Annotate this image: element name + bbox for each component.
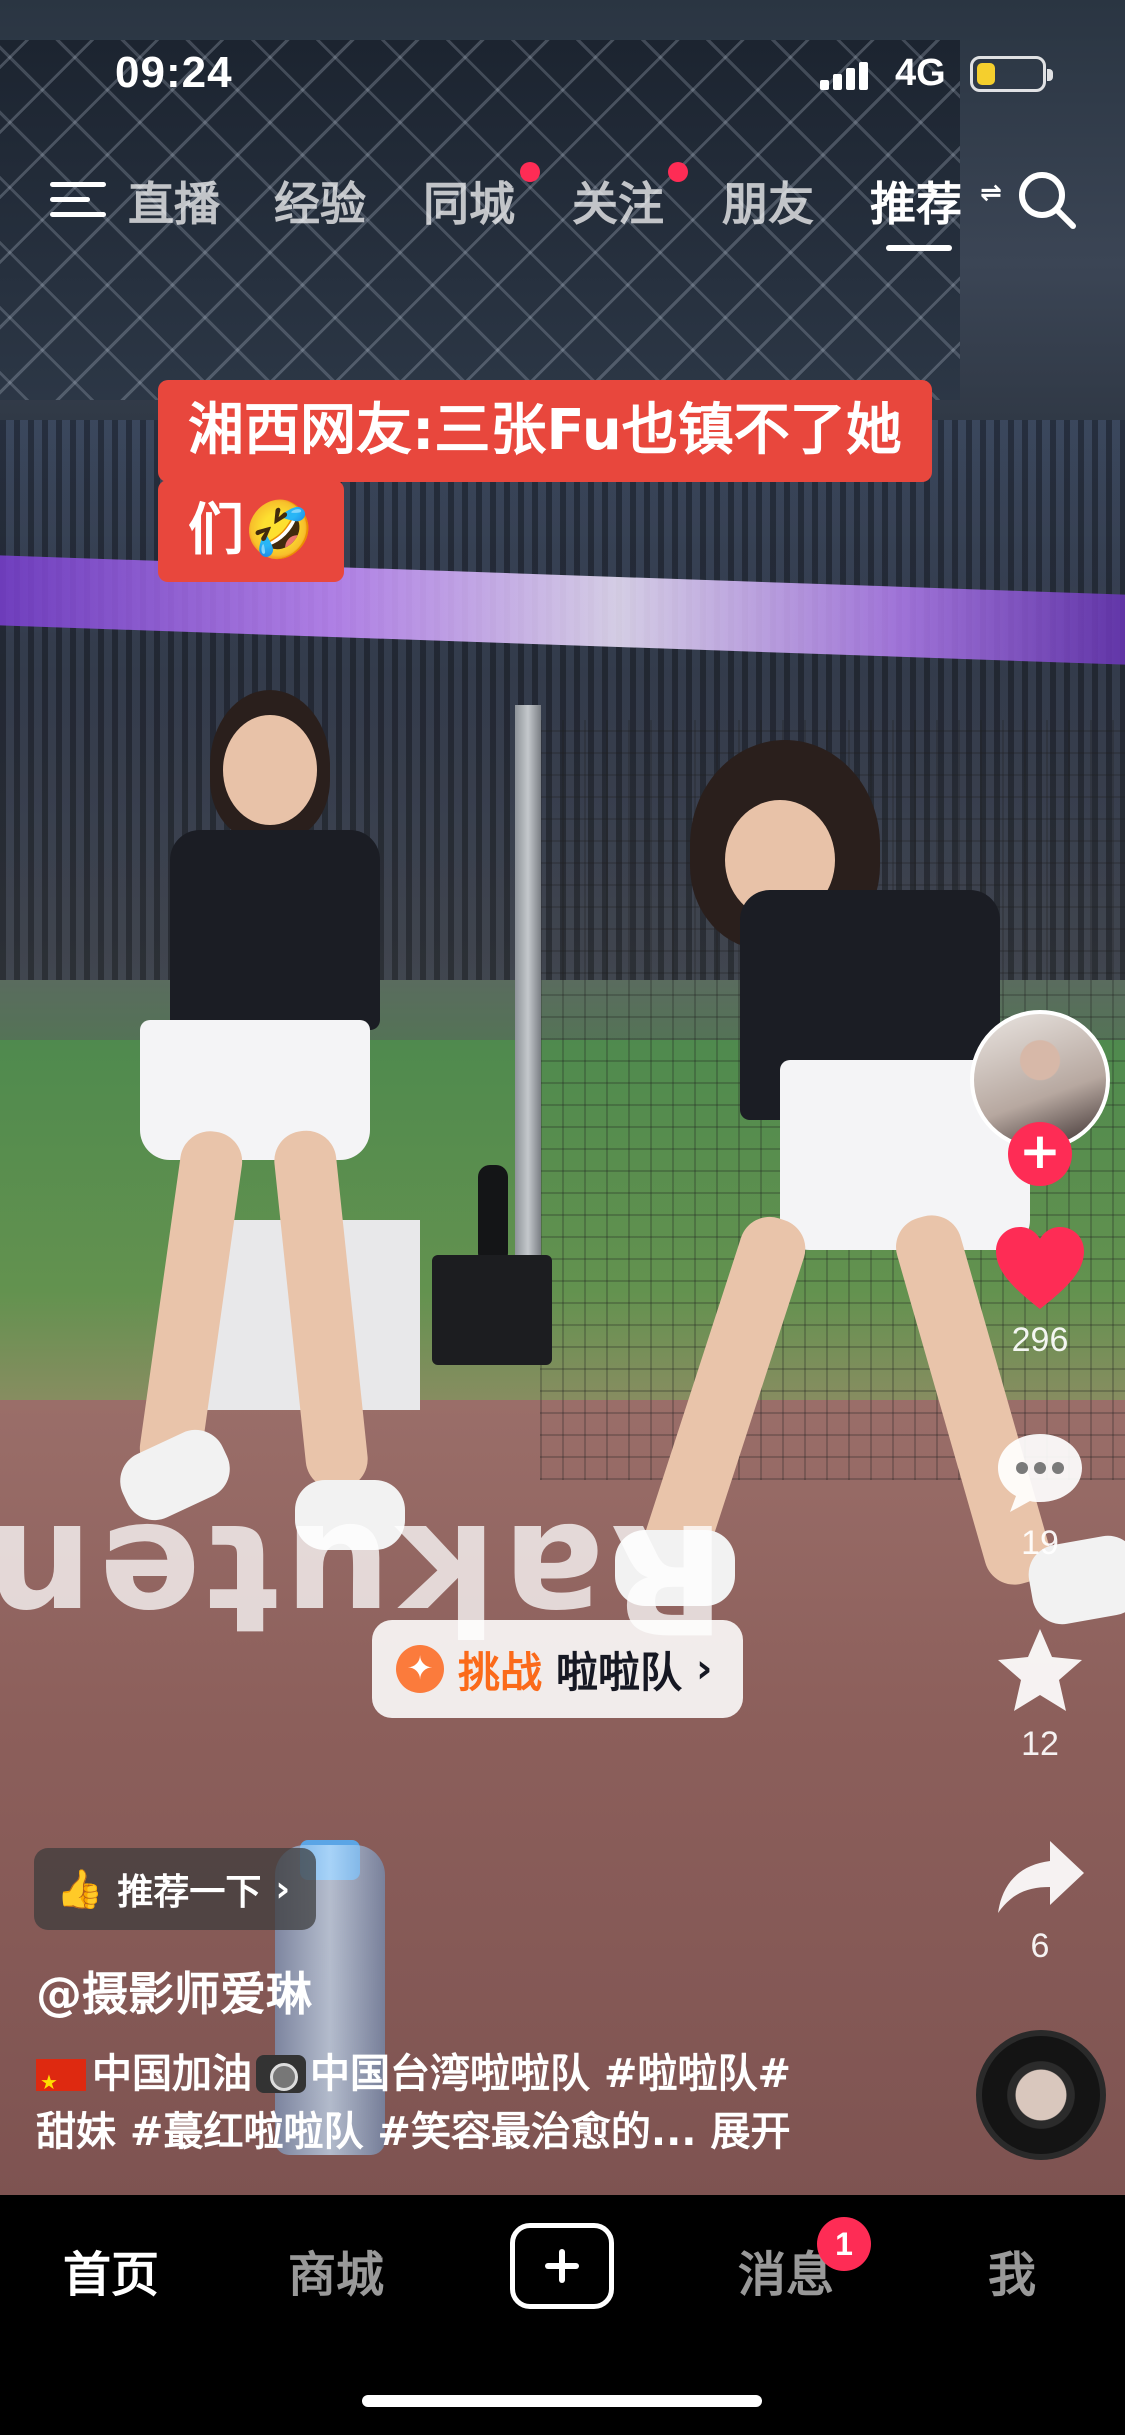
share-arrow-icon <box>998 1841 1084 1913</box>
desc-text-1: 中国加油 <box>92 2051 252 2097</box>
challenge-topic: 啦啦队 <box>556 1647 683 1697</box>
challenge-pill[interactable]: ✦ 挑战 啦啦队 › <box>372 1620 743 1718</box>
comment-count: 19 <box>1021 1524 1059 1562</box>
tab-nearby-dot <box>520 162 540 182</box>
like-count: 296 <box>1011 1321 1069 1359</box>
china-flag-icon <box>36 2053 86 2111</box>
recommend-button[interactable]: 👍 推荐一下 › <box>34 1848 317 1930</box>
messages-badge: 1 <box>817 2217 871 2271</box>
swap-icon[interactable]: ⇌ <box>980 180 1002 206</box>
tab-me[interactable]: 我 <box>988 2235 1036 2305</box>
challenge-icon: ✦ <box>396 1645 444 1693</box>
chevron-right-icon: › <box>275 1868 291 1910</box>
mic-stand <box>478 1165 508 1265</box>
dancer-left <box>60 690 440 1570</box>
tab-nearby[interactable]: 同城 <box>423 168 515 234</box>
share-count: 6 <box>1030 1927 1050 1965</box>
caption-line-2: 们🤣 <box>158 480 344 582</box>
tab-live[interactable]: 直播 <box>128 168 220 234</box>
comment-button[interactable]: 19 <box>970 1430 1110 1563</box>
expand-link[interactable]: 展开 <box>710 2109 790 2155</box>
tab-following[interactable]: 关注 <box>572 168 664 234</box>
music-disc-icon[interactable] <box>976 2030 1106 2160</box>
desc-text-2: 中国台湾啦啦队 #啦啦队# <box>310 2051 791 2097</box>
chevron-right-icon: › <box>696 1646 713 1692</box>
tab-home[interactable]: 首页 <box>63 2235 159 2305</box>
caption-line-1: 湘西网友:三张Fu也镇不了她 <box>158 380 932 482</box>
challenge-label: 挑战 <box>458 1647 543 1697</box>
comment-icon <box>998 1434 1082 1512</box>
video-caption: 湘西网友:三张Fu也镇不了她 们🤣 <box>158 380 970 582</box>
home-indicator <box>362 2395 762 2407</box>
favorite-count: 12 <box>1021 1725 1059 1763</box>
cellular-signal-icon <box>820 60 868 90</box>
like-button[interactable]: 296 <box>970 1225 1110 1360</box>
camera-flash-icon <box>256 2055 306 2093</box>
tab-friends[interactable]: 朋友 <box>722 168 814 234</box>
top-nav: 直播 经验 同城 关注 朋友 推荐 ⇌ <box>0 150 1125 260</box>
follow-button[interactable]: + <box>1008 1122 1072 1186</box>
tab-experience[interactable]: 经验 <box>274 168 366 234</box>
create-plus-icon[interactable] <box>510 2223 614 2309</box>
search-icon[interactable] <box>1015 168 1079 232</box>
tab-recommend[interactable]: 推荐 <box>870 168 962 234</box>
share-button[interactable]: 6 <box>970 1835 1110 1966</box>
favorite-button[interactable]: 12 <box>970 1625 1110 1764</box>
heart-icon <box>996 1227 1084 1309</box>
battery-level <box>977 63 995 85</box>
network-type: 4G <box>895 52 946 94</box>
status-time: 09:24 <box>115 48 233 97</box>
net-pole <box>515 705 541 1265</box>
battery-icon <box>970 56 1053 92</box>
tab-mall[interactable]: 商城 <box>288 2235 384 2305</box>
hamburger-icon[interactable] <box>50 176 106 224</box>
speaker-box <box>432 1255 552 1365</box>
active-tab-indicator <box>886 245 952 251</box>
recommend-label: 推荐一下 <box>117 1872 262 1913</box>
status-bar: 09:24 4G <box>0 0 1125 150</box>
thumbs-up-icon: 👍 <box>56 1866 104 1911</box>
tab-following-dot <box>668 162 688 182</box>
video-description[interactable]: 中国加油 中国台湾啦啦队 #啦啦队# 甜妹 #蕞红啦啦队 #笑容最治愈的... 展开 <box>36 2045 936 2161</box>
desc-text-3: 甜妹 #蕞红啦啦队 #笑容最治愈的... <box>36 2109 697 2155</box>
author-name[interactable]: @摄影师爱琳 <box>36 1958 312 2024</box>
star-icon <box>998 1629 1082 1711</box>
